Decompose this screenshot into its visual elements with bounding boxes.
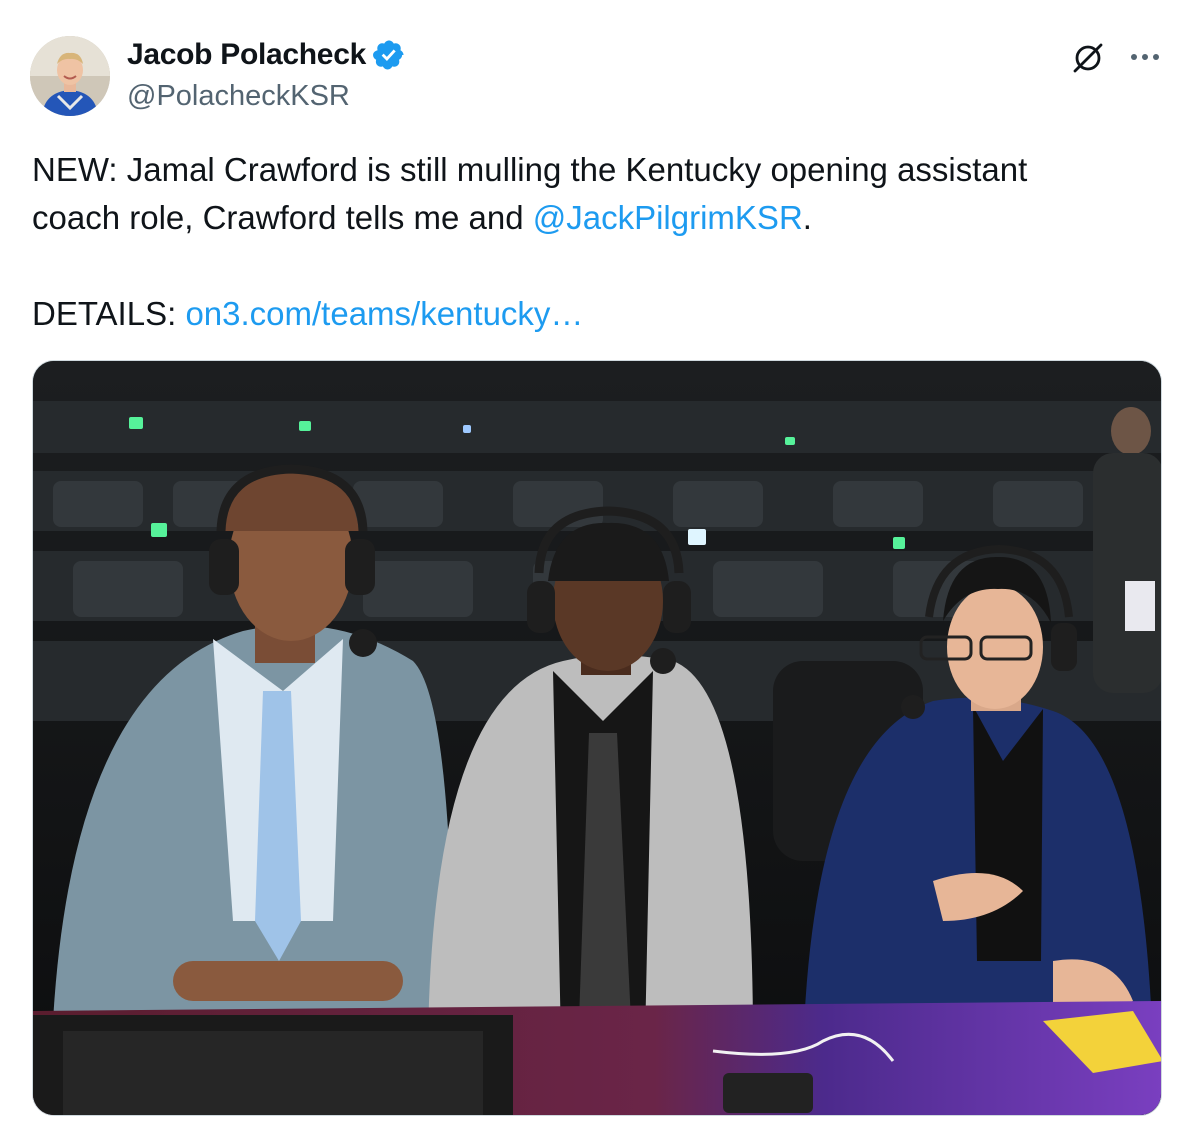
more-options-icon[interactable] bbox=[1125, 40, 1165, 76]
details-line: DETAILS: on3.com/teams/kentucky… bbox=[32, 290, 583, 338]
details-link[interactable]: on3.com/teams/kentucky… bbox=[185, 295, 583, 332]
tweet-body: NEW: Jamal Crawford is still mulling the… bbox=[32, 146, 1162, 242]
author-name-row: Jacob Polacheck bbox=[127, 38, 406, 72]
mention-link[interactable]: @JackPilgrimKSR bbox=[533, 199, 803, 236]
tweet-text-line-2: coach role, Crawford tells me and @JackP… bbox=[32, 194, 1162, 242]
author-avatar[interactable] bbox=[30, 36, 110, 116]
tweet-text-line-1: NEW: Jamal Crawford is still mulling the… bbox=[32, 151, 1028, 188]
author-display-name[interactable]: Jacob Polacheck bbox=[127, 38, 366, 72]
tweet-text-line-2-suffix: . bbox=[802, 199, 812, 236]
grok-icon[interactable] bbox=[1068, 38, 1108, 78]
tweet-text-line-2-prefix: coach role, Crawford tells me and bbox=[32, 199, 533, 236]
verified-badge-icon bbox=[373, 40, 404, 70]
broadcast-desk-photo bbox=[33, 361, 1161, 1115]
author-handle[interactable]: @PolacheckKSR bbox=[127, 80, 350, 113]
avatar-image bbox=[30, 36, 110, 116]
details-label: DETAILS: bbox=[32, 295, 186, 332]
tweet-header: Jacob Polacheck @PolacheckKSR bbox=[0, 0, 1190, 130]
tweet-media-photo[interactable] bbox=[32, 360, 1162, 1116]
